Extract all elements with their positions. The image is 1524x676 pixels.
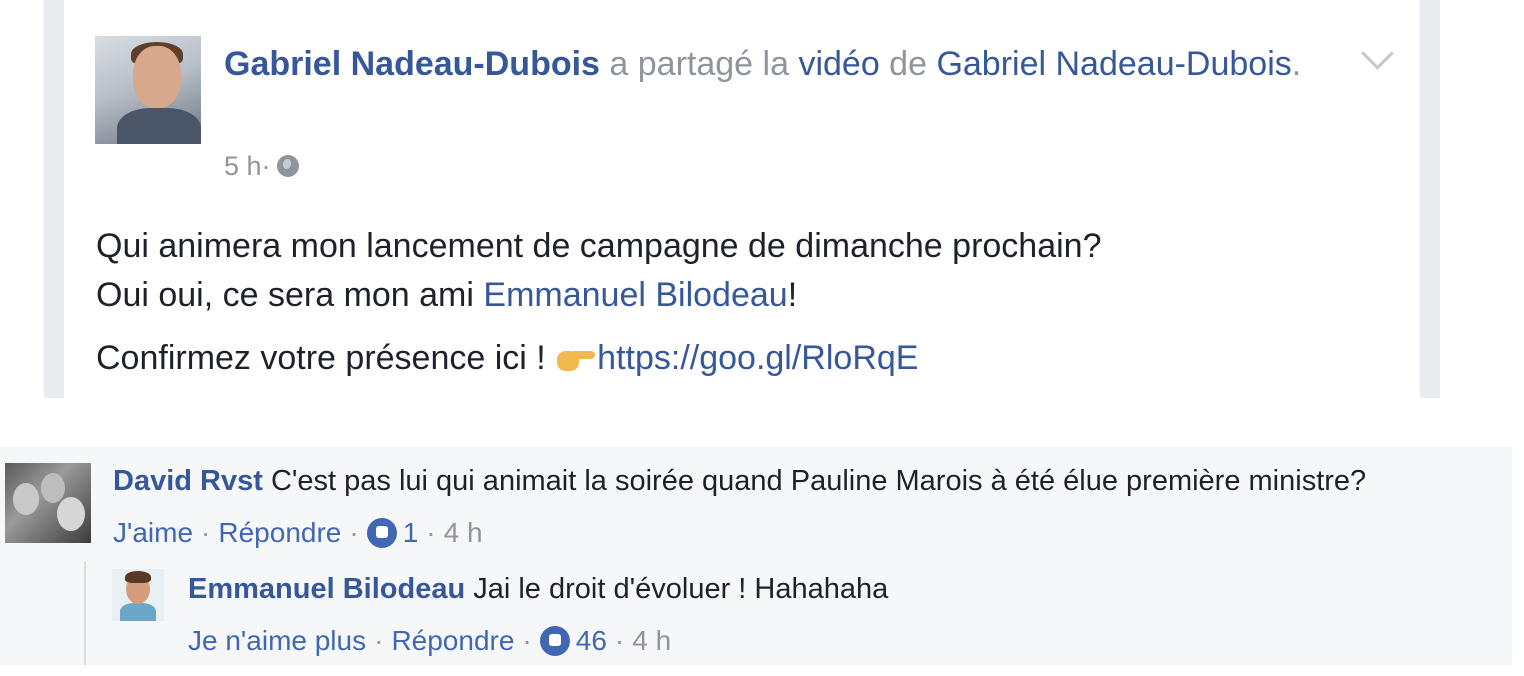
meta-separator: · [261,151,271,181]
reply-comment: Emmanuel Bilodeau Jai le droit d'évoluer… [188,569,1488,661]
post-line-1: Qui animera mon lancement de campagne de… [96,227,1102,265]
action-separator: · [349,517,359,548]
action-separator: · [522,625,532,656]
of-text: de [879,45,937,83]
author-avatar[interactable] [95,36,201,144]
reply-avatar[interactable] [112,569,164,621]
comment-text: C'est pas lui qui animait la soirée quan… [262,465,1367,497]
like-count[interactable]: 1 [403,513,419,553]
comment-timestamp[interactable]: 4 h [444,513,483,553]
chevron-down-icon[interactable] [1361,37,1394,70]
action-separator: · [201,517,211,548]
like-icon[interactable] [366,518,397,548]
reply-author-link[interactable]: Emmanuel Bilodeau [188,573,465,605]
url-link[interactable]: https://goo.gl/RloRqE [597,339,918,377]
like-count[interactable]: 46 [576,621,607,661]
like-icon[interactable] [539,626,570,656]
post-line-2-text: Oui oui, ce sera mon ami [96,276,484,314]
action-separator: · [374,625,384,656]
post-header: Gabriel Nadeau-Dubois a partagé la vidéo… [224,40,1304,88]
post-message: Qui animera mon lancement de campagne de… [96,222,1396,383]
end-punct: . [1291,45,1302,83]
comment-actions: J'aime · Répondre · 1 · 4 h [113,513,1503,553]
reply-thread-line [84,561,86,665]
reply-text: Jai le droit d'évoluer ! Hahahaha [465,573,889,605]
video-link[interactable]: vidéo [798,45,879,83]
like-button[interactable]: J'aime [113,513,193,553]
post-line-3: Confirmez votre présence ici ! https://g… [96,334,1396,383]
author-name-link[interactable]: Gabriel Nadeau-Dubois [224,45,600,83]
post-line-3-text: Confirmez votre présence ici ! [96,339,556,377]
reply-actions: Je n'aime plus · Répondre · 46 · 4 h [188,621,1488,661]
post-card: Gabriel Nadeau-Dubois a partagé la vidéo… [44,0,1440,398]
comment: David Rvst C'est pas lui qui animait la … [113,461,1503,553]
post-timestamp[interactable]: 5 h [224,148,262,184]
action-separator: · [614,625,625,656]
globe-icon[interactable] [276,155,299,177]
reply-button[interactable]: Répondre [391,621,514,661]
comments-section: David Rvst C'est pas lui qui animait la … [0,447,1512,665]
comment-text-row: David Rvst C'est pas lui qui animait la … [113,461,1503,501]
shared-text: a partagé la [599,45,799,83]
mention-link[interactable]: Emmanuel Bilodeau [483,276,787,314]
pointing-hand-icon [555,343,596,373]
post-meta: 5 h · [224,148,299,184]
post-line-2-suffix: ! [787,276,798,314]
reply-text-row: Emmanuel Bilodeau Jai le droit d'évoluer… [188,569,1488,609]
comment-author-link[interactable]: David Rvst [113,465,263,497]
action-separator: · [426,517,436,548]
unlike-button[interactable]: Je n'aime plus [188,621,366,661]
page-name-link[interactable]: Gabriel Nadeau-Dubois [936,45,1291,83]
feed-gutter-right [1420,0,1440,398]
reply-button[interactable]: Répondre [218,513,341,553]
post-line-2: Oui oui, ce sera mon ami Emmanuel Bilode… [96,271,1396,320]
reply-timestamp[interactable]: 4 h [632,621,671,661]
feed-gutter-left [44,0,64,398]
commenter-avatar[interactable] [5,463,91,543]
